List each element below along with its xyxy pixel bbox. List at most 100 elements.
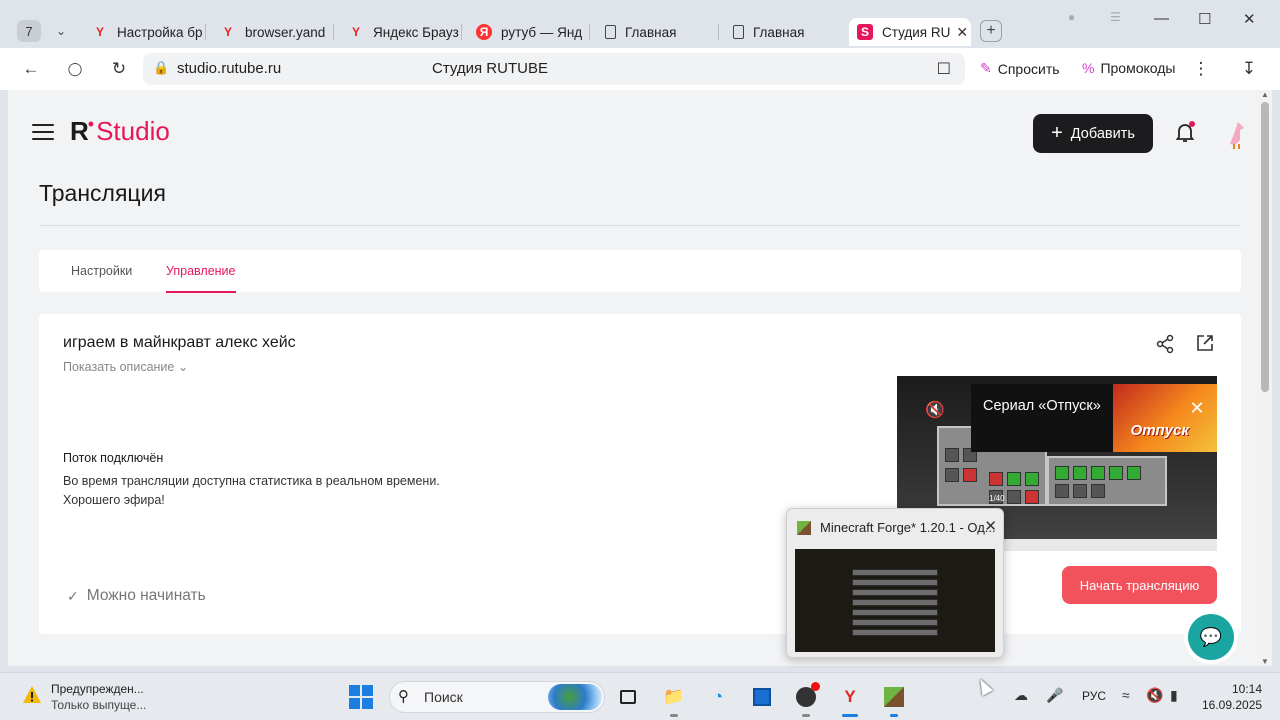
browser-tab-5[interactable]: Главная — [605, 18, 719, 46]
menu-lines-icon[interactable]: ☰ — [1110, 10, 1121, 24]
tab-settings[interactable]: Настройки — [71, 264, 132, 278]
more-menu-icon[interactable]: ⋮ — [1190, 58, 1212, 80]
windows-start-icon[interactable] — [349, 685, 373, 709]
studio-page: R • Studio + Добавить Трансляция Настрой… — [8, 90, 1258, 666]
ad-image — [1113, 384, 1217, 452]
yandex-browser-icon[interactable]: Y — [838, 685, 862, 717]
file-explorer-icon[interactable]: 📁 — [662, 685, 686, 717]
profile-icon[interactable]: ● — [1068, 10, 1075, 24]
scroll-down-icon[interactable]: ▼ — [1261, 657, 1269, 666]
plus-icon: + — [1051, 122, 1063, 144]
new-tab-button[interactable]: + — [980, 20, 1002, 42]
close-tab-icon[interactable]: ✕ — [956, 24, 968, 41]
scroll-up-icon[interactable]: ▲ — [1261, 90, 1269, 99]
lock-icon: 🔒 — [153, 60, 170, 75]
clock-time[interactable]: 10:14 — [1232, 682, 1262, 696]
yandex-icon: Y — [95, 25, 104, 39]
show-description-link[interactable]: Показать описание ⌄ — [63, 359, 188, 374]
browser-tab-1[interactable]: Y Настройка бр — [92, 18, 206, 46]
page-scrollbar[interactable]: ▲ ▼ — [1258, 90, 1272, 666]
obs-icon[interactable] — [794, 682, 820, 717]
volume-muted-icon[interactable]: 🔇 — [1146, 687, 1163, 704]
yandex-icon: Y — [351, 25, 360, 39]
warning-icon[interactable] — [22, 685, 42, 705]
document-icon — [605, 25, 616, 39]
search-placeholder: Поиск — [424, 689, 463, 705]
minecraft-window-thumbnail[interactable]: Minecraft Forge* 1.20.1 - Од... ✕ — [786, 508, 1004, 658]
back-arrow-icon[interactable]: ← — [20, 58, 42, 80]
minecraft-taskbar-icon[interactable] — [882, 685, 906, 717]
store-icon[interactable] — [750, 685, 774, 709]
search-icon: ⚲ — [398, 688, 409, 705]
chat-bubble-icon: ✎ — [980, 60, 992, 76]
promo-label: Промокоды — [1100, 60, 1176, 76]
chat-icon: 💬 — [1188, 614, 1234, 660]
page-tabs: Настройки Управление — [39, 250, 1241, 293]
rutube-studio-logo[interactable]: R • Studio — [70, 114, 170, 147]
inventory-panel-2 — [1047, 456, 1167, 506]
tab-count-badge[interactable]: 7 — [17, 20, 41, 42]
browser-tab-6[interactable]: Главная — [733, 18, 847, 46]
minimize-icon[interactable]: — — [1154, 10, 1169, 27]
yandex-search-icon: Я — [476, 24, 492, 40]
yandex-icon: Y — [223, 25, 232, 39]
battery-icon[interactable]: ▮ — [1170, 687, 1178, 704]
browser-tab-7-active[interactable]: S Студия RU ✕ — [849, 18, 971, 46]
video-title: играем в майнкравт алекс хейс — [63, 334, 296, 351]
maximize-icon[interactable]: ☐ — [1198, 10, 1211, 28]
notifications-bell-icon[interactable] — [1173, 120, 1197, 144]
percent-icon: % — [1082, 60, 1095, 76]
protect-icon[interactable]: ◯ — [64, 58, 86, 80]
logo-studio: Studio — [96, 116, 170, 146]
ready-indicator: ✓ Можно начинать — [67, 587, 206, 605]
ad-title: Сериал «Отпуск» — [983, 398, 1101, 414]
tabs-dropdown-icon[interactable]: ⌄ — [50, 20, 72, 42]
ask-button[interactable]: ✎ Спросить — [980, 60, 1060, 77]
close-window-icon[interactable]: ✕ — [984, 517, 997, 535]
task-view-icon[interactable] — [616, 685, 640, 709]
bookmark-icon[interactable]: ☐ — [937, 59, 951, 79]
wifi-icon[interactable]: ≈ — [1122, 687, 1130, 703]
download-icon[interactable]: ↧ — [1238, 58, 1260, 80]
share-icon[interactable] — [1155, 334, 1175, 354]
tab-management[interactable]: Управление — [166, 264, 236, 293]
logo-r: R — [70, 116, 89, 146]
browser-tab-3[interactable]: Y Яндекс Брауз — [348, 18, 462, 46]
ready-label: Можно начинать — [86, 587, 206, 604]
browser-tab-4[interactable]: Я рутуб — Янд — [476, 18, 590, 46]
game-menu — [852, 569, 938, 639]
mute-icon[interactable]: 🔇 — [925, 400, 945, 420]
page-title-text: Студия RUTUBE — [432, 60, 548, 77]
logo-dot: • — [87, 114, 95, 134]
ad-logo: Отпуск — [1130, 422, 1189, 439]
tab-label: Яндекс Брауз — [373, 24, 459, 40]
tab-label: Главная — [753, 24, 805, 40]
support-chat-button[interactable]: 💬 — [1184, 610, 1238, 664]
add-button[interactable]: + Добавить — [1033, 114, 1153, 153]
user-avatar[interactable] — [1224, 120, 1248, 150]
reload-icon[interactable]: ↻ — [108, 58, 130, 80]
edge-browser-icon[interactable]: ◔ — [706, 685, 730, 709]
hamburger-menu-icon[interactable] — [32, 124, 54, 140]
scroll-thumb[interactable] — [1261, 102, 1269, 392]
checkmark-icon: ✓ — [67, 587, 79, 604]
warning-subtitle[interactable]: Только выпуще... — [51, 698, 146, 712]
show-description-label: Показать описание — [63, 360, 175, 374]
url-text: studio.rutube.ru — [177, 60, 282, 77]
close-ad-icon[interactable]: ✕ — [1187, 398, 1207, 418]
promo-button[interactable]: % Промокоды — [1082, 60, 1176, 76]
microphone-icon[interactable]: 🎤 — [1046, 687, 1063, 704]
browser-tab-2[interactable]: Y browser.yand — [220, 18, 334, 46]
minecraft-icon — [797, 521, 811, 535]
language-indicator[interactable]: РУС — [1082, 689, 1106, 703]
taskbar-search[interactable]: ⚲ Поиск — [389, 681, 605, 713]
open-external-icon[interactable] — [1196, 334, 1214, 352]
omnibox[interactable]: 🔒 studio.rutube.ru Студия RUTUBE ☐ — [143, 53, 965, 85]
start-stream-button[interactable]: Начать трансляцию — [1062, 566, 1217, 604]
ask-label: Спросить — [997, 60, 1060, 77]
ad-overlay[interactable]: Сериал «Отпуск» Отпуск ✕ — [971, 384, 1217, 452]
cloud-icon[interactable]: ☁ — [1014, 687, 1028, 704]
clock-date[interactable]: 16.09.2025 — [1202, 698, 1262, 712]
warning-title[interactable]: Предупрежден... — [51, 682, 144, 696]
close-window-icon[interactable]: ✕ — [1243, 10, 1256, 28]
